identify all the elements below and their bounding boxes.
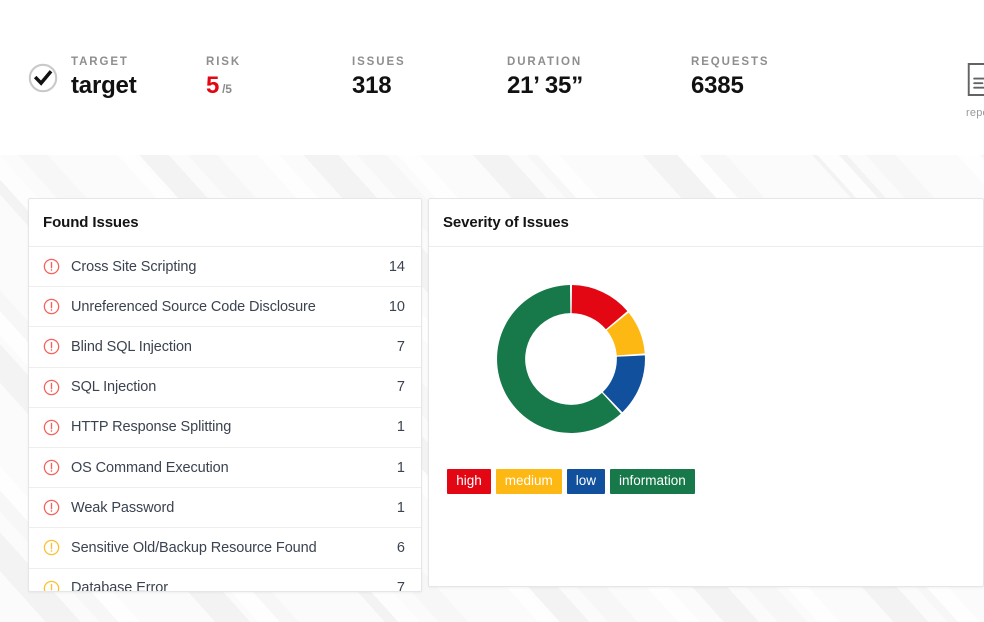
document-report-icon bbox=[966, 62, 984, 102]
metric-risk: RISK 5/5 bbox=[206, 55, 352, 104]
severity-chart-title: Severity of Issues bbox=[443, 214, 569, 231]
metric-requests-label: REQUESTS bbox=[691, 56, 770, 68]
scan-dashboard: TARGET target RISK 5/5 ISSUES 318 DURATI… bbox=[0, 0, 984, 622]
severity-alert-icon bbox=[43, 379, 60, 396]
issue-count: 1 bbox=[396, 499, 405, 516]
legend-chip-high[interactable]: high bbox=[447, 469, 491, 494]
metric-target-label: TARGET bbox=[71, 56, 129, 68]
table-row[interactable]: Sensitive Old/Backup Resource Found 6 bbox=[29, 528, 421, 569]
metric-duration: DURATION 21’ 35” bbox=[507, 55, 691, 101]
table-row[interactable]: OS Command Execution 1 bbox=[29, 448, 421, 489]
severity-alert-icon bbox=[43, 258, 60, 275]
table-row[interactable]: Database Error 7 bbox=[29, 569, 421, 592]
issue-name: OS Command Execution bbox=[71, 459, 229, 476]
severity-alert-icon bbox=[43, 539, 60, 556]
issue-count: 6 bbox=[396, 539, 405, 556]
severity-chart-header: Severity of Issues bbox=[429, 199, 983, 247]
issue-name: SQL Injection bbox=[71, 379, 157, 396]
issue-count: 1 bbox=[396, 459, 405, 476]
metric-issues-value: 318 bbox=[352, 72, 392, 99]
legend-chip-information[interactable]: information bbox=[610, 469, 695, 494]
metric-duration-value: 21’ 35” bbox=[507, 72, 584, 99]
table-row[interactable]: Weak Password 1 bbox=[29, 488, 421, 529]
metric-requests-value: 6385 bbox=[691, 72, 744, 99]
issue-name: HTTP Response Splitting bbox=[71, 419, 232, 436]
metric-target-value: target bbox=[71, 72, 137, 99]
metric-risk-value: 5/5 bbox=[206, 71, 241, 104]
metrics-bar: TARGET target RISK 5/5 ISSUES 318 DURATI… bbox=[28, 55, 811, 104]
severity-alert-icon bbox=[43, 459, 60, 476]
severity-alert-icon bbox=[43, 298, 60, 315]
issue-count: 7 bbox=[396, 580, 405, 592]
issue-count: 1 bbox=[396, 419, 405, 436]
issue-count: 14 bbox=[388, 258, 405, 275]
legend-chip-medium[interactable]: medium bbox=[495, 469, 562, 494]
issue-count: 10 bbox=[388, 298, 405, 315]
table-row[interactable]: Unreferenced Source Code Disclosure 10 bbox=[29, 287, 421, 328]
issue-name: Sensitive Old/Backup Resource Found bbox=[71, 539, 317, 556]
issue-count: 7 bbox=[396, 338, 405, 355]
metric-target: TARGET target bbox=[28, 55, 206, 101]
report-button[interactable]: report bbox=[950, 62, 984, 119]
severity-donut-chart bbox=[485, 273, 657, 445]
metric-risk-number: 5 bbox=[206, 72, 220, 99]
metric-issues-label: ISSUES bbox=[352, 56, 406, 68]
legend-chip-low[interactable]: low bbox=[566, 469, 605, 494]
table-row[interactable]: Cross Site Scripting 14 bbox=[29, 247, 421, 288]
table-row[interactable]: SQL Injection 7 bbox=[29, 368, 421, 408]
metric-requests: REQUESTS 6385 bbox=[691, 55, 811, 101]
severity-chart-legend: high medium low information bbox=[447, 469, 695, 494]
found-issues-header: Found Issues bbox=[29, 199, 421, 247]
table-row[interactable]: Blind SQL Injection 7 bbox=[29, 327, 421, 368]
summary-header: TARGET target RISK 5/5 ISSUES 318 DURATI… bbox=[0, 0, 984, 155]
metric-risk-label: RISK bbox=[206, 56, 242, 68]
metric-duration-label: DURATION bbox=[507, 56, 583, 68]
metric-issues: ISSUES 318 bbox=[352, 55, 507, 101]
issue-name: Database Error bbox=[71, 580, 168, 592]
severity-alert-icon bbox=[43, 338, 60, 355]
report-button-label: report bbox=[966, 107, 984, 119]
severity-of-issues-panel: Severity of Issues high medium low informat… bbox=[428, 198, 984, 587]
severity-chart-body: high medium low information bbox=[429, 247, 983, 586]
severity-alert-icon bbox=[43, 499, 60, 516]
severity-alert-icon bbox=[43, 419, 60, 436]
found-issues-panel: Found Issues Cross Site Scripting 14 Unref… bbox=[28, 198, 422, 592]
found-issues-list: Cross Site Scripting 14 Unreferenced Sourc… bbox=[29, 247, 421, 592]
severity-alert-icon bbox=[43, 580, 60, 591]
issue-count: 7 bbox=[396, 379, 405, 396]
issue-name: Weak Password bbox=[71, 499, 175, 516]
issue-name: Blind SQL Injection bbox=[71, 338, 192, 355]
found-issues-title: Found Issues bbox=[43, 214, 139, 231]
issue-name: Unreferenced Source Code Disclosure bbox=[71, 298, 316, 315]
metric-risk-max: /5 bbox=[222, 82, 232, 96]
table-row[interactable]: HTTP Response Splitting 1 bbox=[29, 408, 421, 448]
issue-name: Cross Site Scripting bbox=[71, 258, 197, 275]
check-circle-icon bbox=[28, 63, 58, 93]
